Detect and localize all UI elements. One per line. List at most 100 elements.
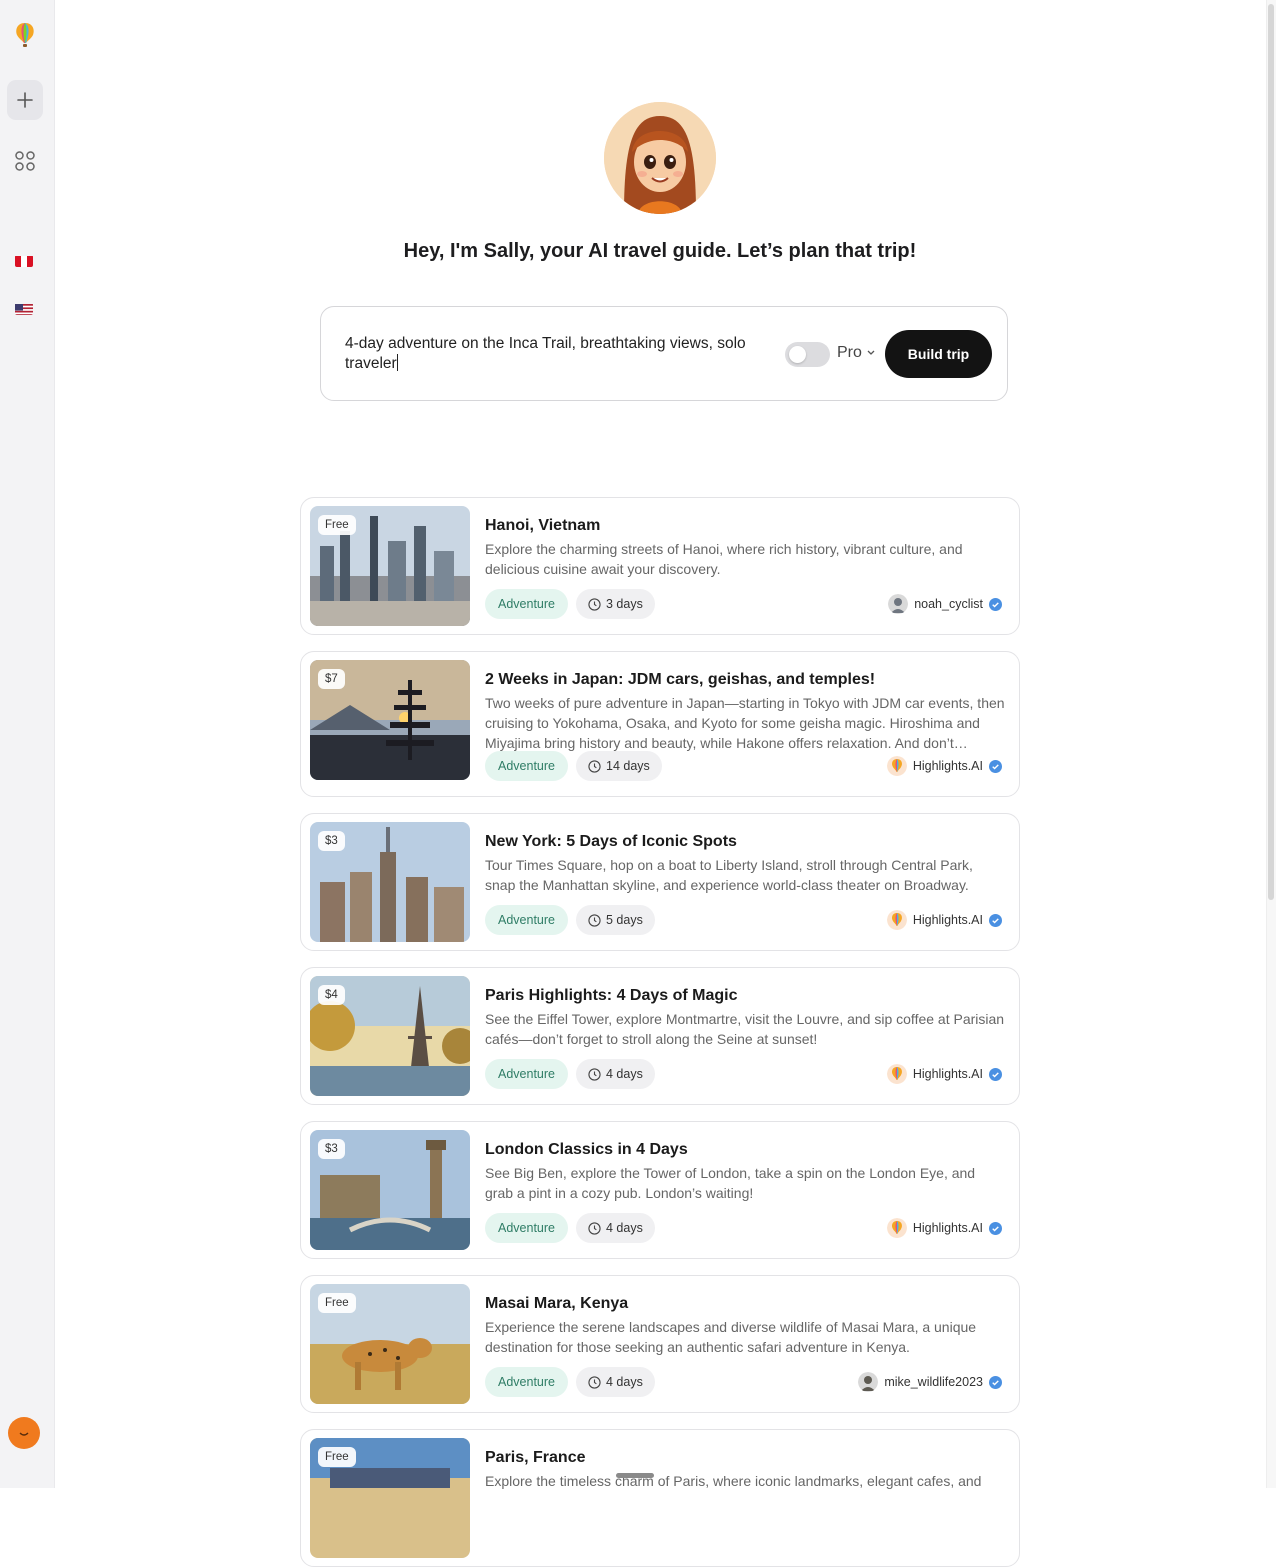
pro-toggle[interactable] xyxy=(785,342,830,367)
duration-label: 5 days xyxy=(606,913,643,927)
clock-icon xyxy=(588,1067,601,1081)
author-name: noah_cyclist xyxy=(914,597,983,611)
trip-card[interactable]: Free Hanoi, Vietnam Explore the charming s… xyxy=(300,497,1020,635)
trip-card[interactable]: $3 London Classics in 4 Days See Big Ben, … xyxy=(300,1121,1020,1259)
pro-select[interactable]: Pro xyxy=(837,344,875,362)
trip-prompt-input[interactable]: 4-day adventure on the Inca Trail, breat… xyxy=(345,334,775,374)
scroll-thumb[interactable] xyxy=(1268,4,1274,900)
hot-air-balloon-icon[interactable] xyxy=(13,22,37,48)
price-badge: Free xyxy=(318,515,356,535)
trip-card[interactable]: Free Paris, France Explore the timeless ch… xyxy=(300,1429,1020,1567)
trip-description: Two weeks of pure adventure in Japan—sta… xyxy=(485,695,1005,751)
plus-icon xyxy=(17,92,33,108)
trip-card[interactable]: $7 2 Weeks in Japan: JDM cars, geishas, a… xyxy=(300,651,1020,797)
trip-description: Tour Times Square, hop on a boat to Libe… xyxy=(485,857,973,893)
category-tag[interactable]: Adventure xyxy=(485,1059,568,1089)
duration-tag: 4 days xyxy=(576,1059,655,1089)
pro-label: Pro xyxy=(837,344,862,361)
verified-badge-icon xyxy=(989,1375,1002,1389)
author-link[interactable]: Highlights.AI xyxy=(886,756,1002,776)
trip-image: Free xyxy=(310,1284,470,1404)
duration-tag: 5 days xyxy=(576,905,655,935)
duration-label: 3 days xyxy=(606,597,643,611)
category-tag[interactable]: Adventure xyxy=(485,751,568,781)
trip-image: $7 xyxy=(310,660,470,780)
author-link[interactable]: Highlights.AI xyxy=(886,1218,1002,1238)
duration-tag: 4 days xyxy=(576,1213,655,1243)
scrollbar[interactable] xyxy=(1266,0,1276,1488)
verified-badge-icon xyxy=(989,1221,1002,1235)
author-name: Highlights.AI xyxy=(912,1221,983,1235)
grid-icon[interactable] xyxy=(14,150,36,172)
author-avatar xyxy=(886,1218,907,1238)
author-name: mike_wildlife2023 xyxy=(884,1375,983,1389)
usa-flag-icon[interactable] xyxy=(15,303,33,315)
chevron-down-icon xyxy=(867,350,875,355)
sally-avatar xyxy=(604,102,716,214)
peru-flag-icon[interactable] xyxy=(15,255,33,267)
price-badge: $4 xyxy=(318,985,345,1005)
duration-tag: 4 days xyxy=(576,1367,655,1397)
category-tag[interactable]: Adventure xyxy=(485,1213,568,1243)
author-avatar xyxy=(886,756,907,776)
author-name: Highlights.AI xyxy=(912,913,983,927)
duration-label: 4 days xyxy=(606,1221,643,1235)
verified-badge-icon xyxy=(989,1067,1002,1081)
trip-description: See the Eiffel Tower, explore Montmartre… xyxy=(485,1011,1005,1047)
duration-label: 14 days xyxy=(606,759,650,773)
user-avatar-icon xyxy=(15,1424,33,1442)
price-badge: Free xyxy=(318,1293,356,1313)
clock-icon xyxy=(588,913,601,927)
trip-image: Free xyxy=(310,506,470,626)
trip-title[interactable]: Paris Highlights: 4 Days of Magic xyxy=(485,987,1005,1005)
price-badge: $7 xyxy=(318,669,345,689)
trip-card[interactable]: $3 New York: 5 Days of Iconic Spots Tour T… xyxy=(300,813,1020,951)
clock-icon xyxy=(588,597,601,611)
trip-description: See Big Ben, explore the Tower of London… xyxy=(485,1165,976,1201)
duration-tag: 14 days xyxy=(576,751,662,781)
price-badge: $3 xyxy=(318,1139,345,1159)
trip-description: Experience the serene landscapes and div… xyxy=(485,1319,977,1355)
new-trip-button[interactable] xyxy=(7,80,43,120)
category-tag[interactable]: Adventure xyxy=(485,1367,568,1397)
clock-icon xyxy=(588,1221,601,1235)
trip-prompt-box: 4-day adventure on the Inca Trail, breat… xyxy=(320,306,1008,401)
trip-title[interactable]: Paris, France xyxy=(485,1449,1005,1467)
trip-title[interactable]: Masai Mara, Kenya xyxy=(485,1295,1005,1313)
trip-image: $4 xyxy=(310,976,470,1096)
trip-card[interactable]: Free Masai Mara, Kenya Experience the sere… xyxy=(300,1275,1020,1413)
author-name: Highlights.AI xyxy=(912,759,983,773)
duration-tag: 3 days xyxy=(576,589,655,619)
price-badge: Free xyxy=(318,1447,356,1467)
author-link[interactable]: mike_wildlife2023 xyxy=(858,1372,1002,1392)
trip-image: $3 xyxy=(310,822,470,942)
trip-card[interactable]: $4 Paris Highlights: 4 Days of Magic See t… xyxy=(300,967,1020,1105)
trip-title[interactable]: London Classics in 4 Days xyxy=(485,1141,1005,1159)
sidebar xyxy=(0,0,55,1488)
category-tag[interactable]: Adventure xyxy=(485,589,568,619)
price-badge: $3 xyxy=(318,831,345,851)
trip-title[interactable]: 2 Weeks in Japan: JDM cars, geishas, and… xyxy=(485,671,1005,689)
trip-title[interactable]: Hanoi, Vietnam xyxy=(485,517,1005,535)
trip-title[interactable]: New York: 5 Days of Iconic Spots xyxy=(485,833,1005,851)
duration-label: 4 days xyxy=(606,1067,643,1081)
author-avatar xyxy=(888,594,909,614)
category-tag[interactable]: Adventure xyxy=(485,905,568,935)
author-name: Highlights.AI xyxy=(912,1067,983,1081)
build-trip-button[interactable]: Build trip xyxy=(885,330,992,378)
verified-badge-icon xyxy=(989,759,1002,773)
author-avatar xyxy=(886,1064,907,1084)
trip-description: Explore the timeless charm of Paris, whe… xyxy=(485,1473,982,1489)
author-avatar xyxy=(886,910,907,930)
author-link[interactable]: Highlights.AI xyxy=(886,1064,1002,1084)
toggle-knob xyxy=(789,346,806,363)
author-link[interactable]: Highlights.AI xyxy=(886,910,1002,930)
profile-avatar[interactable] xyxy=(8,1417,40,1449)
greeting-heading: Hey, I'm Sally, your AI travel guide. Le… xyxy=(403,240,917,262)
verified-badge-icon xyxy=(989,913,1002,927)
trip-image: $3 xyxy=(310,1130,470,1250)
verified-badge-icon xyxy=(989,597,1002,611)
drag-handle[interactable] xyxy=(616,1473,654,1478)
author-link[interactable]: noah_cyclist xyxy=(888,594,1002,614)
author-avatar xyxy=(858,1372,879,1392)
